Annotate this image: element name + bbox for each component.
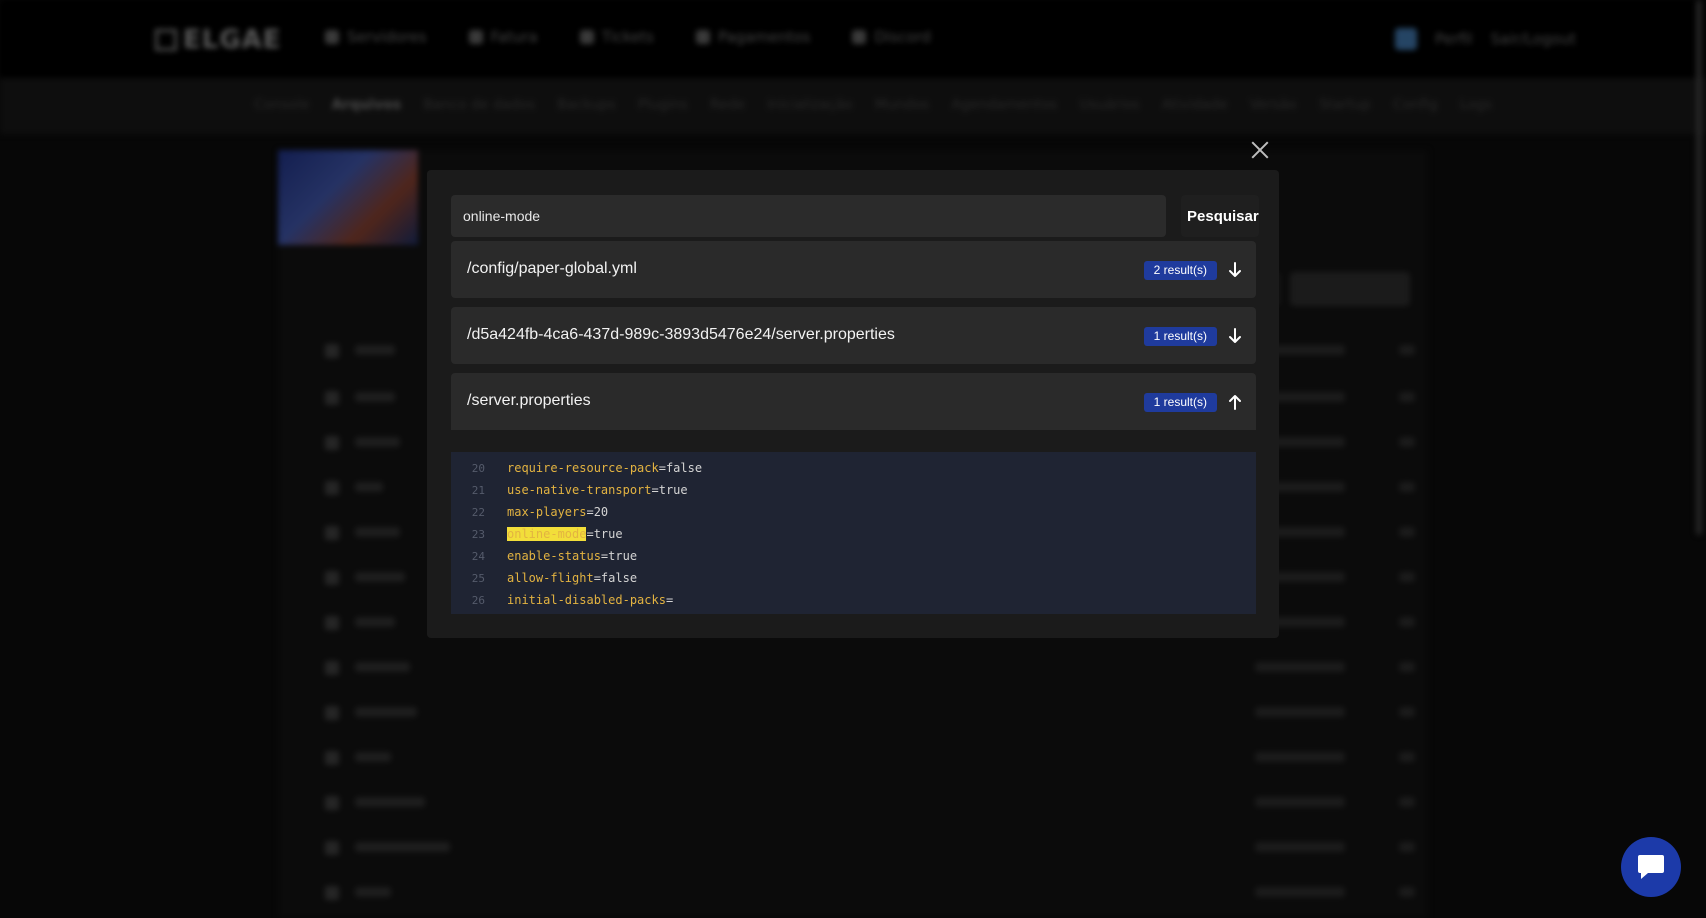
search-match-highlight: online-mode (507, 527, 587, 541)
result-count-badge: 1 result(s) (1143, 327, 1217, 346)
line-number: 24 (471, 550, 485, 563)
result-item[interactable]: /d5a424fb-4ca6-437d-989c-3893d5476e24/se… (451, 307, 1256, 364)
chat-icon (1638, 855, 1664, 879)
line-number: 22 (471, 506, 485, 519)
code-text: max-players=20 (507, 505, 608, 519)
code-value: =20 (586, 505, 609, 519)
arrow-up-icon[interactable] (1228, 393, 1242, 411)
arrow-down-icon[interactable] (1228, 261, 1242, 279)
result-path: /config/paper-global.yml (467, 260, 637, 277)
result-count-badge: 1 result(s) (1143, 393, 1217, 412)
line-number: 21 (471, 484, 485, 497)
code-text: online-mode=true (507, 527, 623, 541)
result-count-badge: 2 result(s) (1143, 261, 1217, 280)
code-line: 26 initial-disabled-packs= (451, 590, 1256, 610)
code-key: allow-flight (507, 571, 594, 585)
code-text: require-resource-pack=false (507, 461, 702, 475)
code-key: initial-disabled-packs (507, 593, 666, 607)
code-key: enable-status (507, 549, 601, 563)
code-value: =false (593, 571, 638, 585)
code-key: use-native-transport (507, 483, 652, 497)
code-preview: 20 require-resource-pack=false 21 use-nativ… (451, 452, 1256, 614)
code-text: use-native-transport=true (507, 483, 688, 497)
result-path: /server.properties (467, 392, 591, 409)
code-text: allow-flight=false (507, 571, 637, 585)
code-line: 23 online-mode=true (451, 524, 1256, 544)
code-line: 24 enable-status=true (451, 546, 1256, 566)
code-line: 25 allow-flight=false (451, 568, 1256, 588)
code-value: =false (658, 461, 703, 475)
line-number: 26 (471, 594, 485, 607)
line-number: 20 (471, 462, 485, 475)
code-value: =true (651, 483, 688, 497)
code-key: require-resource-pack (507, 461, 659, 475)
line-number: 23 (471, 528, 485, 541)
code-value: = (665, 593, 674, 607)
chat-button[interactable] (1621, 837, 1681, 897)
code-value: =true (600, 549, 638, 563)
search-modal: Pesquisar /config/paper-global.yml 2 res… (427, 170, 1279, 638)
close-icon[interactable] (1248, 138, 1272, 162)
search-input[interactable] (451, 195, 1166, 237)
result-item[interactable]: /config/paper-global.yml 2 result(s) (451, 241, 1256, 298)
code-line: 20 require-resource-pack=false (451, 458, 1256, 478)
search-button[interactable]: Pesquisar (1181, 195, 1259, 237)
code-text: enable-status=true (507, 549, 637, 563)
result-path: /d5a424fb-4ca6-437d-989c-3893d5476e24/se… (467, 326, 895, 343)
code-line: 21 use-native-transport=true (451, 480, 1256, 500)
code-text: initial-disabled-packs= (507, 593, 673, 607)
code-key: max-players (507, 505, 587, 519)
line-number: 25 (471, 572, 485, 585)
code-line: 22 max-players=20 (451, 502, 1256, 522)
arrow-down-icon[interactable] (1228, 327, 1242, 345)
result-item-expanded[interactable]: /server.properties 1 result(s) (451, 373, 1256, 430)
code-value: =true (586, 527, 623, 541)
